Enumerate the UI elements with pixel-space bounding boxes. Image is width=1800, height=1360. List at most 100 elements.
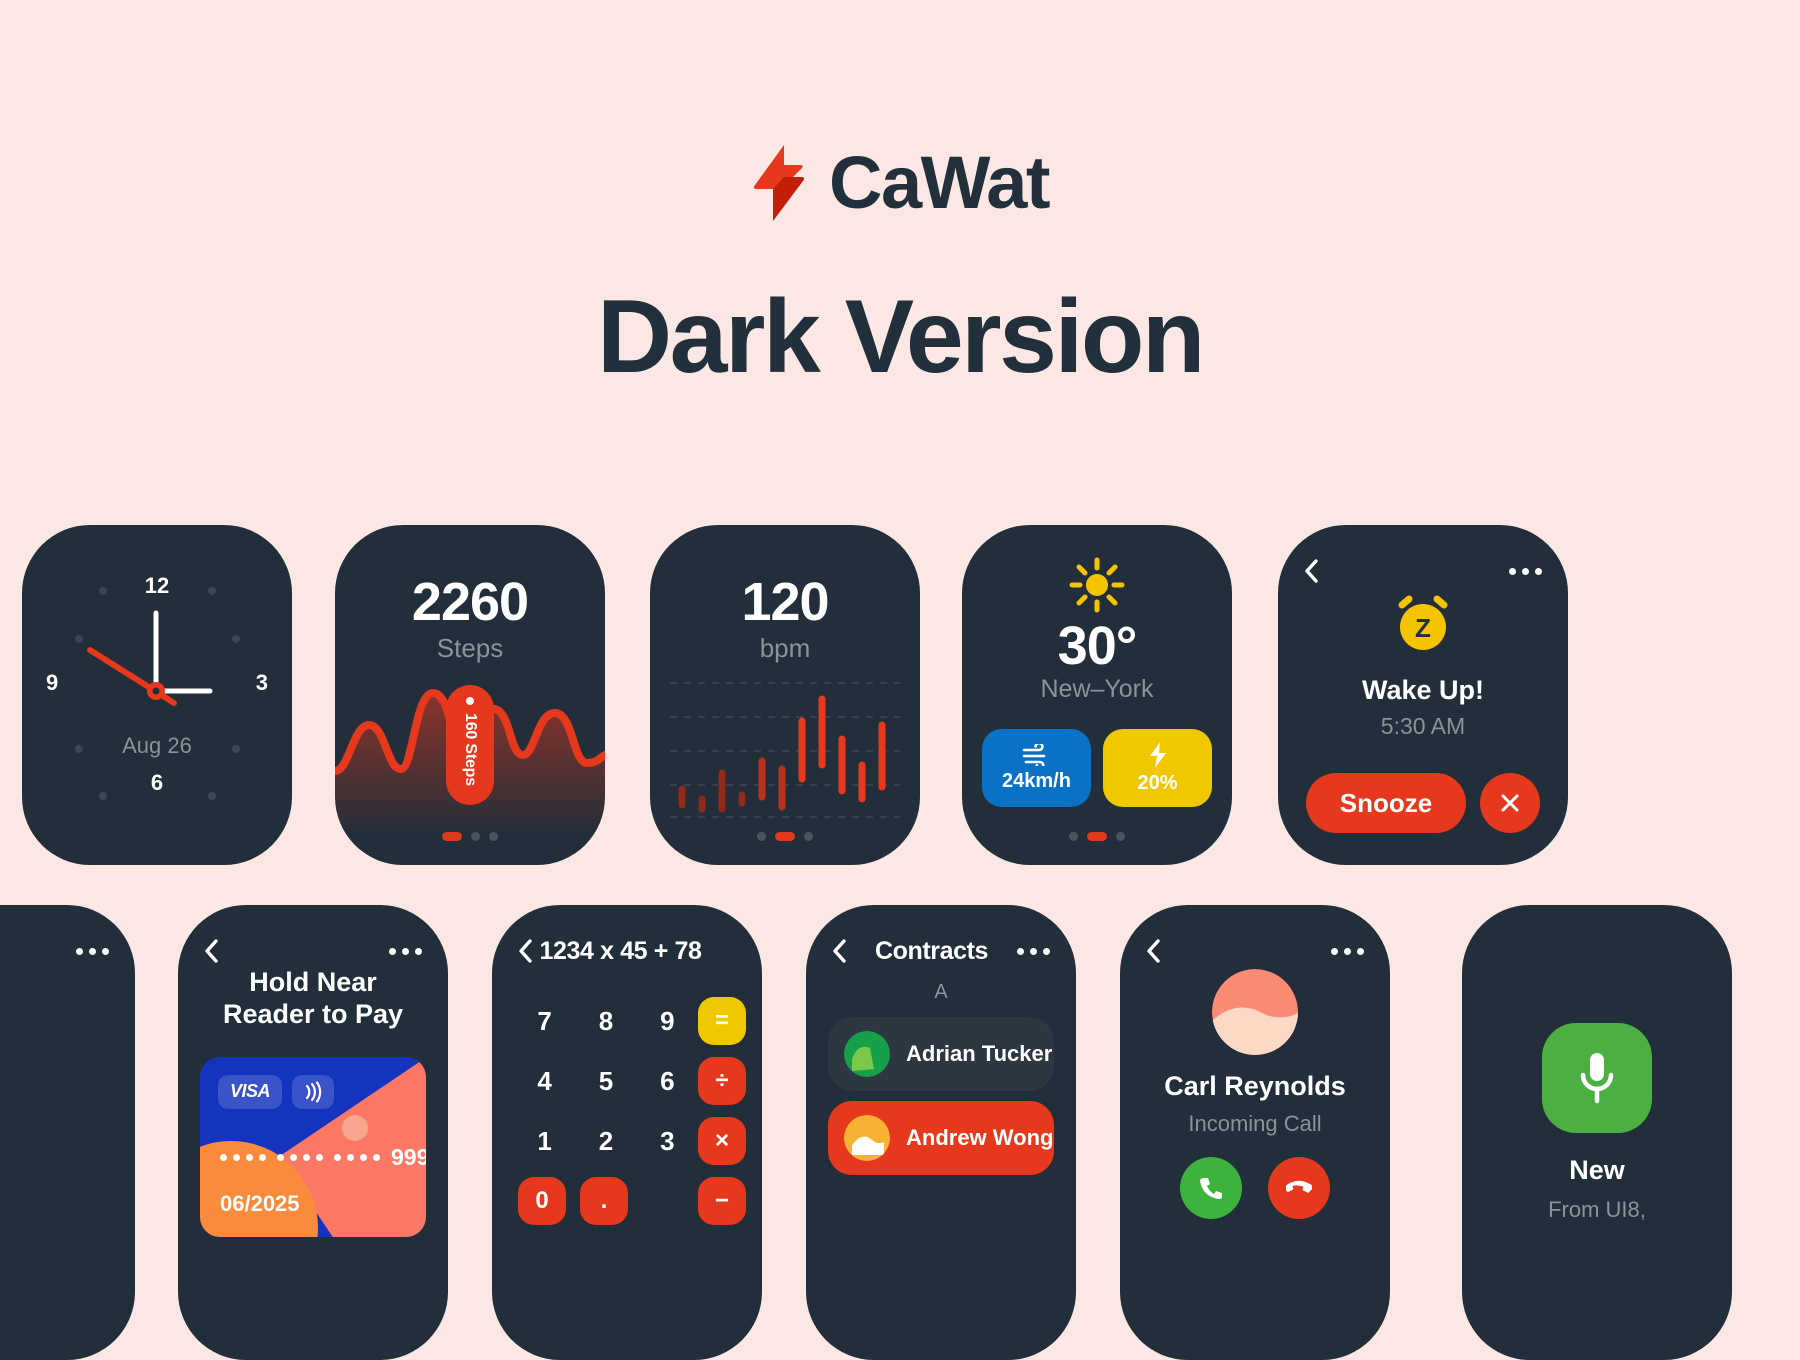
more-dots-icon[interactable] (1017, 947, 1050, 955)
calc-key-dot[interactable]: . (580, 1177, 628, 1225)
chevron-left-icon[interactable] (204, 939, 218, 963)
alarm-actions: Snooze (1278, 773, 1568, 833)
media-topbar (0, 931, 135, 971)
calc-key-minus[interactable]: − (698, 1177, 746, 1225)
pager-dot[interactable] (804, 832, 813, 841)
card-masked-group (277, 1154, 323, 1161)
call-actions (1120, 1157, 1390, 1219)
watch-card-incoming-call[interactable]: Carl Reynolds Incoming Call (1120, 905, 1390, 1360)
calc-key-4[interactable]: 4 (514, 1057, 575, 1105)
calc-key-7[interactable]: 7 (514, 997, 575, 1045)
calculator-keypad: 7 8 9 = 4 5 6 ÷ 1 2 3 × 0 . − (514, 997, 746, 1237)
watch-card-contacts[interactable]: Contracts A Adrian Tucker Andrew Wong (806, 905, 1076, 1360)
weather-wind-pill[interactable]: 24km/h (982, 729, 1091, 807)
calc-key-9[interactable]: 9 (637, 997, 698, 1045)
contact-name: Andrew Wong (906, 1125, 1054, 1150)
more-dots-icon[interactable] (389, 947, 422, 955)
brand-name: CaWat (829, 141, 1051, 224)
calculator-topbar: 1234 x 45 + 78 (492, 931, 762, 971)
watch-card-heartrate[interactable]: 120 bpm (650, 525, 920, 865)
more-dots-icon[interactable] (1509, 567, 1542, 575)
decline-call-button[interactable] (1268, 1157, 1330, 1219)
credit-card[interactable]: VISA 9999 (200, 1057, 426, 1237)
steps-pager[interactable] (335, 832, 605, 841)
steps-value: 2260 (411, 572, 529, 632)
page-root: CaWat Dark Version 12 3 6 9 Aug 26 2260 … (0, 0, 1800, 1360)
accept-call-button[interactable] (1180, 1157, 1242, 1219)
contactless-icon (292, 1075, 335, 1109)
green-avatar (844, 1031, 890, 1077)
heartrate-pager[interactable] (650, 832, 920, 841)
clock-face: 12 3 6 9 Aug 26 (22, 525, 292, 865)
weather-pills: 24km/h 20% (982, 729, 1212, 807)
pager-dot[interactable] (1087, 832, 1107, 841)
watch-card-clock[interactable]: 12 3 6 9 Aug 26 (22, 525, 292, 865)
pager-dot[interactable] (489, 832, 498, 841)
chevron-left-icon[interactable] (518, 939, 532, 963)
payment-instruction: Hold Near Reader to Pay (178, 967, 448, 1030)
pager-dot[interactable] (442, 832, 462, 841)
pager-dot[interactable] (775, 832, 795, 841)
calc-key-8[interactable]: 8 (575, 997, 636, 1045)
contacts-title: Contracts (874, 936, 989, 965)
alarm-title: Wake Up! (1361, 675, 1484, 705)
weather-temperature: 30° (1057, 616, 1138, 676)
chevron-left-icon[interactable] (832, 939, 846, 963)
weather-pager[interactable] (962, 832, 1232, 841)
calc-key-multiply[interactable]: × (698, 1117, 746, 1165)
voice-message-source: From UI8, (1548, 1197, 1646, 1222)
watch-card-weather[interactable]: 30° New–York 24km/h 20% (962, 525, 1232, 865)
pager-dot[interactable] (757, 832, 766, 841)
calc-key-6[interactable]: 6 (637, 1057, 698, 1105)
card-masked-group (334, 1154, 380, 1161)
chevron-left-icon[interactable] (1304, 559, 1318, 583)
orange-avatar (844, 1115, 890, 1161)
pager-dot[interactable] (1116, 832, 1125, 841)
weather-wind-value: 24km/h (1002, 769, 1071, 792)
page-title: Dark Version (597, 279, 1205, 395)
weather-precip-value: 20% (1137, 771, 1178, 794)
watch-card-alarm[interactable]: Z Wake Up! 5:30 AM Snooze (1278, 525, 1568, 865)
more-dots-icon[interactable] (1331, 947, 1364, 955)
avatar (1212, 969, 1298, 1055)
weather-precip-pill[interactable]: 20% (1103, 729, 1212, 807)
calculator-row: 7 8 9 = (514, 997, 746, 1045)
pager-dot[interactable] (471, 832, 480, 841)
svg-text:Z: Z (1415, 613, 1431, 643)
microphone-icon (1580, 1053, 1614, 1104)
brand-logo: CaWat (0, 140, 1800, 225)
calc-key-3[interactable]: 3 (637, 1117, 698, 1165)
more-dots-icon[interactable] (76, 947, 109, 955)
calc-key-equals[interactable]: = (698, 997, 746, 1045)
card-brand-row: VISA (218, 1075, 335, 1109)
microphone-tile[interactable] (1542, 1023, 1652, 1133)
calc-key-1[interactable]: 1 (514, 1117, 575, 1165)
calc-key-2[interactable]: 2 (575, 1117, 636, 1165)
steps-badge: 160 Steps (446, 685, 494, 805)
watch-card-payment[interactable]: Hold Near Reader to Pay VISA 999 06/2025 (178, 905, 448, 1360)
watch-card-voice-message[interactable]: New From UI8, (1462, 905, 1732, 1360)
card-decor-dot (342, 1115, 368, 1141)
heartrate-label: bpm (759, 633, 811, 663)
alarm-topbar (1278, 551, 1568, 591)
pager-dot[interactable] (1069, 832, 1078, 841)
payment-instruction-line1: Hold Near (249, 967, 377, 997)
calc-key-0[interactable]: 0 (518, 1177, 566, 1225)
clock-hands (87, 610, 213, 706)
watch-card-calculator[interactable]: 1234 x 45 + 78 7 8 9 = 4 5 6 ÷ 1 2 3 × 0… (492, 905, 762, 1360)
watch-card-steps[interactable]: 2260 Steps 160 Steps (335, 525, 605, 865)
snooze-button[interactable]: Snooze (1305, 773, 1467, 833)
dismiss-alarm-button[interactable] (1480, 773, 1541, 833)
chevron-left-icon[interactable] (1146, 939, 1160, 963)
weather-city: New–York (1040, 675, 1154, 703)
heartrate-value: 120 (741, 572, 829, 632)
calculator-row: 1 2 3 × (514, 1117, 746, 1165)
visa-logo: VISA (218, 1075, 283, 1109)
watch-card-media[interactable]: ...tlight ...NIUM (0, 905, 135, 1360)
calc-key-divide[interactable]: ÷ (698, 1057, 746, 1105)
contact-list-item[interactable]: Andrew Wong (828, 1101, 1054, 1175)
calc-key-5[interactable]: 5 (575, 1057, 636, 1105)
calculator-row: 0 . − (514, 1177, 746, 1225)
contact-list-item[interactable]: Adrian Tucker (828, 1017, 1054, 1091)
alarm-time: 5:30 AM (1380, 713, 1466, 739)
